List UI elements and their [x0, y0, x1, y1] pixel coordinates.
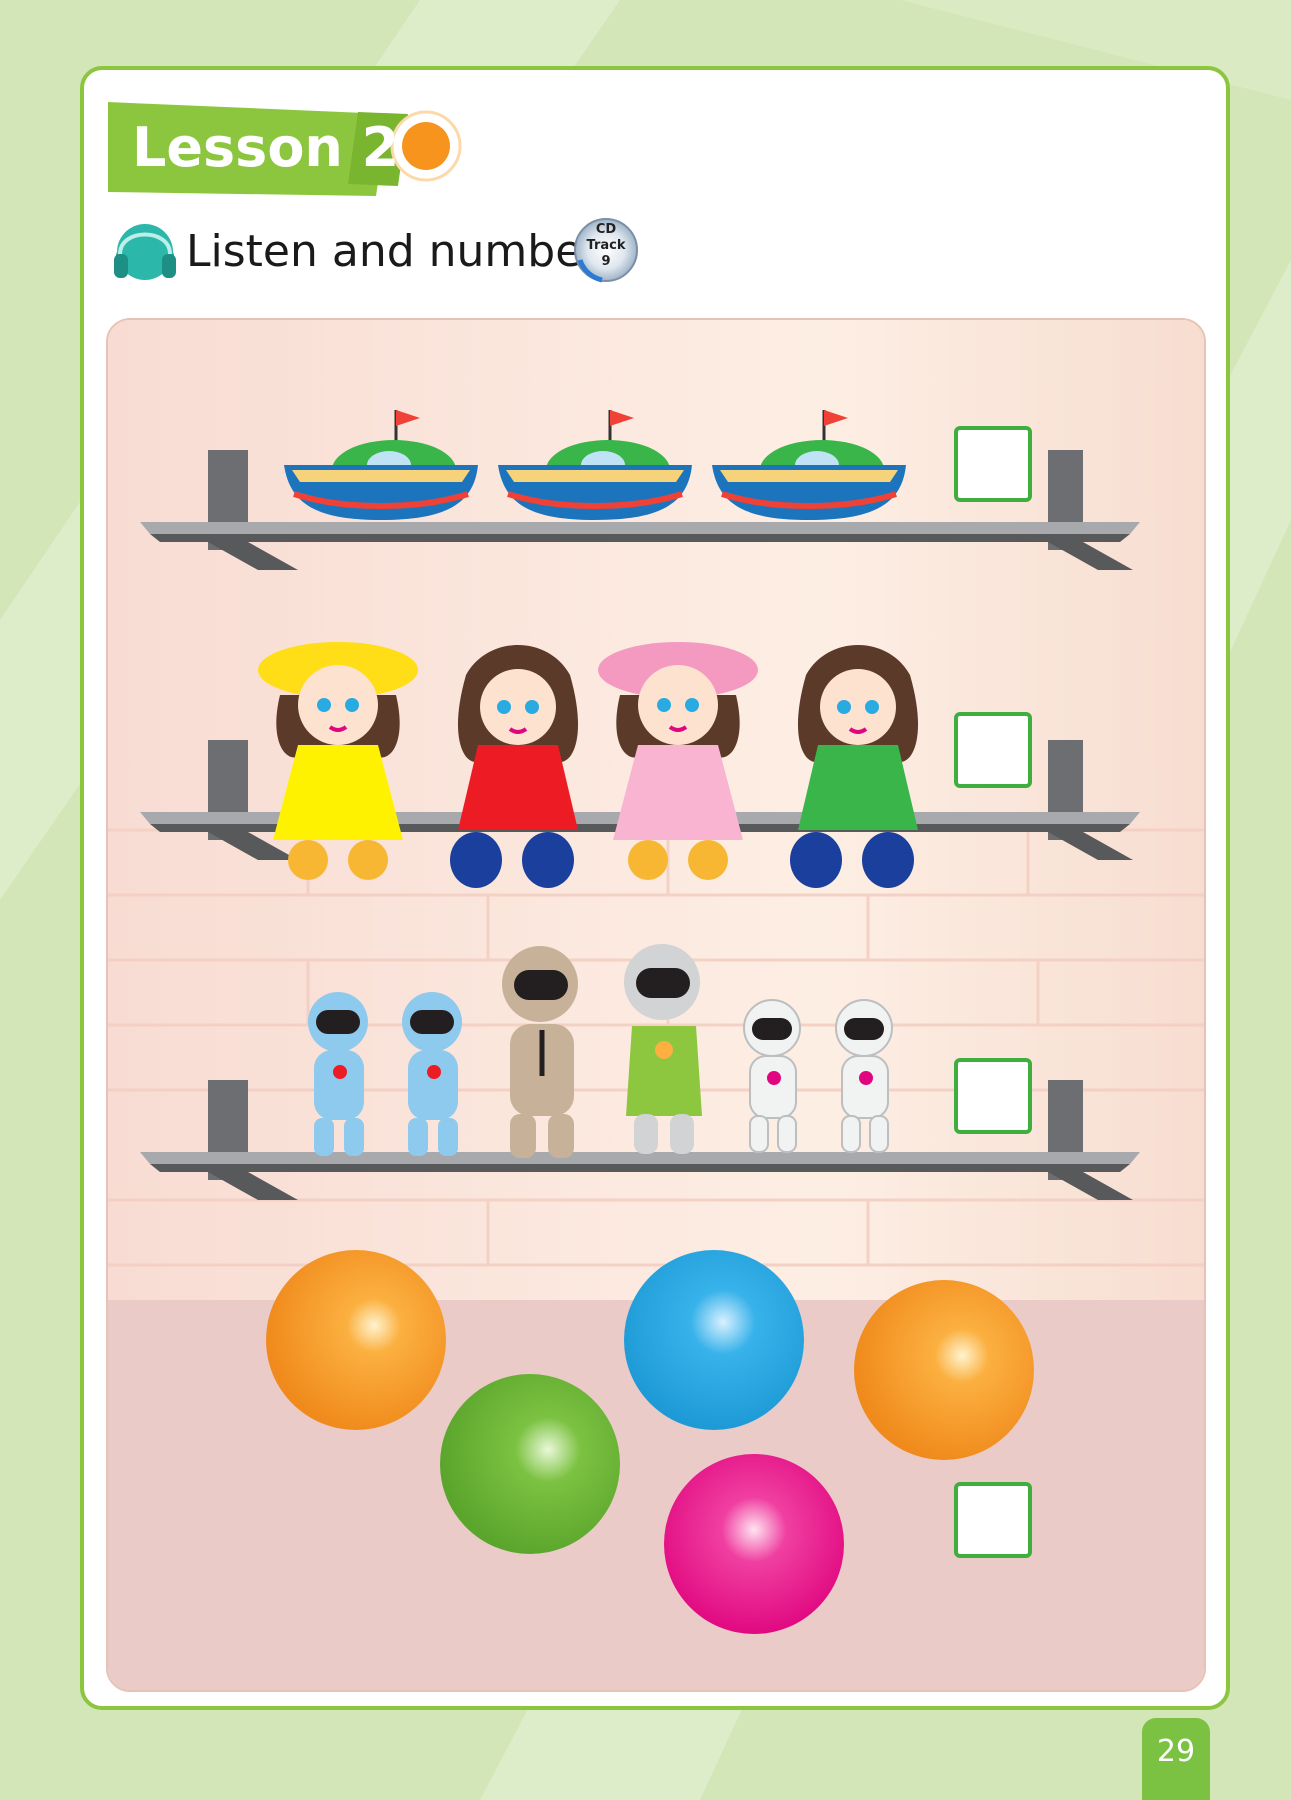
ball-icon [266, 1250, 446, 1430]
ball-icon [624, 1250, 804, 1430]
toy-shelf-scene [106, 318, 1206, 1692]
cd-label-line1: CD [595, 222, 617, 237]
scene-illustration [108, 320, 1204, 1690]
ball-icon [440, 1374, 620, 1554]
answer-box-balls[interactable] [954, 1482, 1032, 1558]
cd-label-line2: Track [586, 238, 626, 253]
lesson-title: Lesson 2 [132, 116, 400, 179]
ball-icon [664, 1454, 844, 1634]
instruction-text: Listen and number. [186, 226, 611, 277]
headphones-icon [114, 224, 176, 280]
answer-box-robots[interactable] [954, 1058, 1032, 1134]
ball-icon [854, 1280, 1034, 1460]
page-number: 29 [1156, 1734, 1196, 1769]
cd-label-line3: 9 [601, 254, 611, 269]
cd-track-label: CD Track 9 [572, 222, 640, 270]
answer-box-dolls[interactable] [954, 712, 1032, 788]
answer-box-boats[interactable] [954, 426, 1032, 502]
